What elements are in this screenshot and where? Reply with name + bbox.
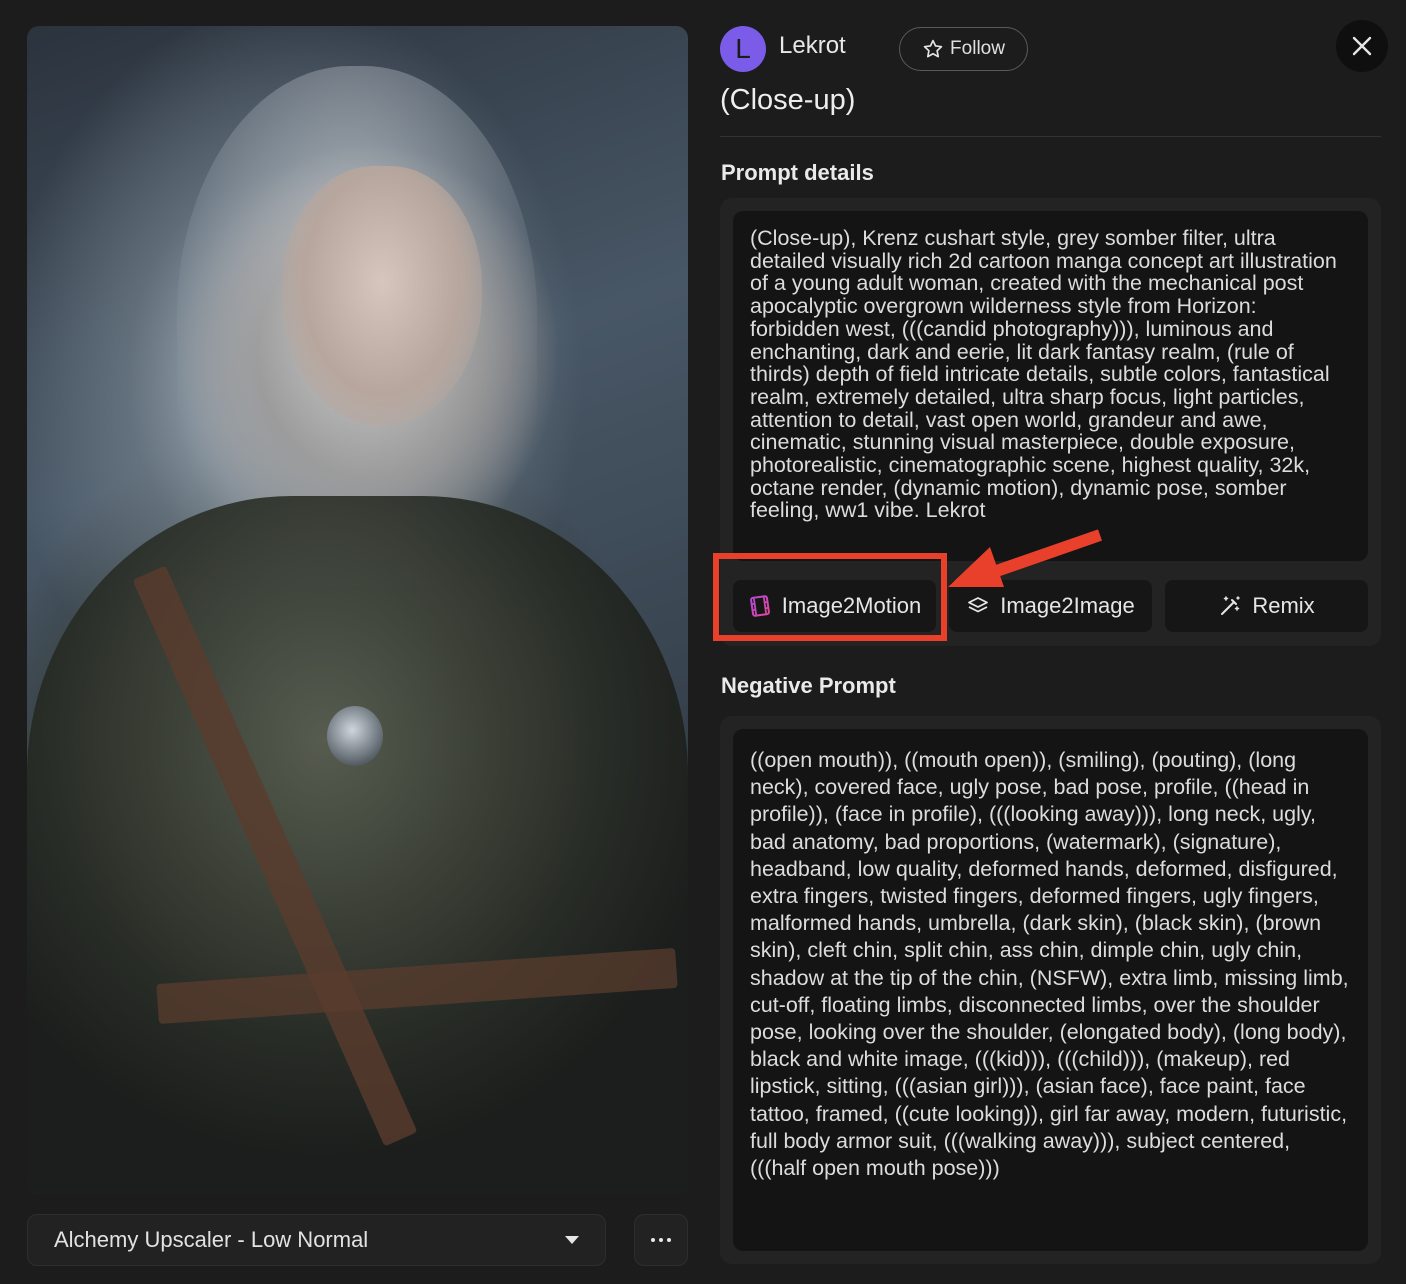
more-icon (651, 1238, 655, 1242)
follow-button[interactable]: Follow (899, 27, 1028, 71)
page-title: (Close-up) (720, 84, 856, 116)
header-divider (720, 136, 1381, 137)
image2image-button[interactable]: Image2Image (949, 580, 1152, 632)
remix-label: Remix (1252, 593, 1315, 618)
avatar[interactable]: L (720, 26, 766, 72)
image2motion-button[interactable]: Image2Motion (733, 580, 936, 632)
more-options-button[interactable] (634, 1214, 688, 1266)
generated-image[interactable] (27, 26, 688, 1194)
star-icon (923, 39, 943, 58)
caret-down-icon (565, 1236, 579, 1244)
image-face-region (282, 166, 482, 426)
negative-prompt-text: ((open mouth)), ((mouth open)), (smiling… (733, 729, 1368, 1251)
negative-prompt-heading: Negative Prompt (721, 673, 896, 698)
layers-icon (968, 597, 989, 613)
avatar-letter: L (735, 33, 751, 64)
image2motion-label: Image2Motion (781, 593, 922, 618)
close-button[interactable] (1336, 20, 1388, 72)
image2image-label: Image2Image (1000, 593, 1135, 618)
upscaler-selected-label: Alchemy Upscaler - Low Normal (54, 1227, 369, 1252)
prompt-text: (Close-up), Krenz cushart style, grey so… (733, 211, 1368, 561)
username[interactable]: Lekrot (779, 32, 846, 60)
remix-button[interactable]: Remix (1165, 580, 1368, 632)
image-coat-region (27, 496, 688, 1194)
image-gadget-region (327, 706, 383, 766)
close-icon (1352, 36, 1372, 56)
prompt-details-heading: Prompt details (721, 160, 874, 185)
follow-label: Follow (950, 38, 1005, 59)
film-icon (749, 595, 770, 617)
upscaler-select[interactable]: Alchemy Upscaler - Low Normal (27, 1214, 606, 1266)
magic-wand-icon (1221, 596, 1241, 615)
